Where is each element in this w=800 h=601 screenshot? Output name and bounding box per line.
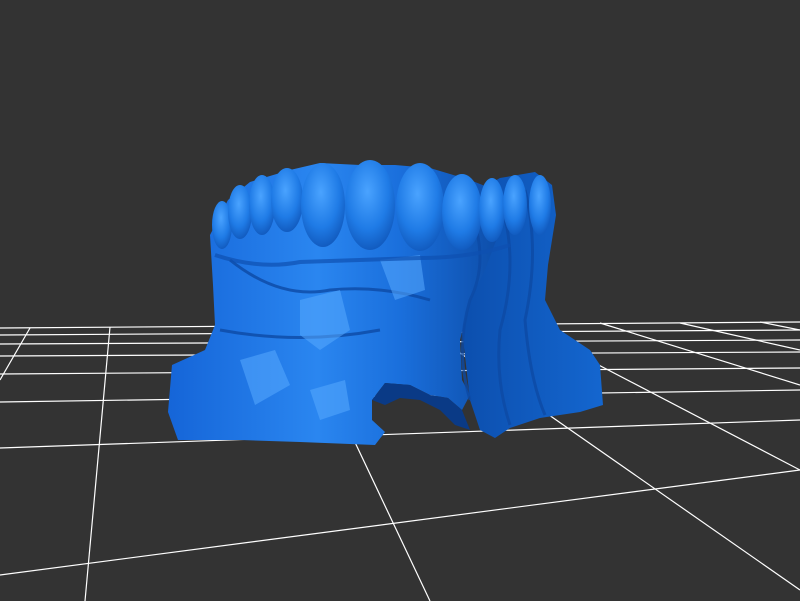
grid-line <box>0 327 31 381</box>
scene-canvas[interactable] <box>0 0 800 601</box>
tooth <box>345 160 395 250</box>
grid-line <box>0 419 800 449</box>
grid-line <box>599 322 800 386</box>
grid-line <box>84 326 111 601</box>
grid-line <box>759 321 800 331</box>
tooth <box>503 175 527 235</box>
tooth <box>479 178 505 242</box>
grid-line <box>0 469 800 576</box>
grid-line <box>679 322 800 351</box>
tooth <box>301 163 345 247</box>
tooth <box>228 185 252 239</box>
3d-viewport[interactable] <box>0 0 800 601</box>
dental-model[interactable] <box>168 160 603 445</box>
tooth <box>442 174 482 250</box>
tooth <box>271 168 303 232</box>
tooth <box>529 175 551 235</box>
tooth <box>396 163 444 251</box>
tooth <box>249 175 275 235</box>
